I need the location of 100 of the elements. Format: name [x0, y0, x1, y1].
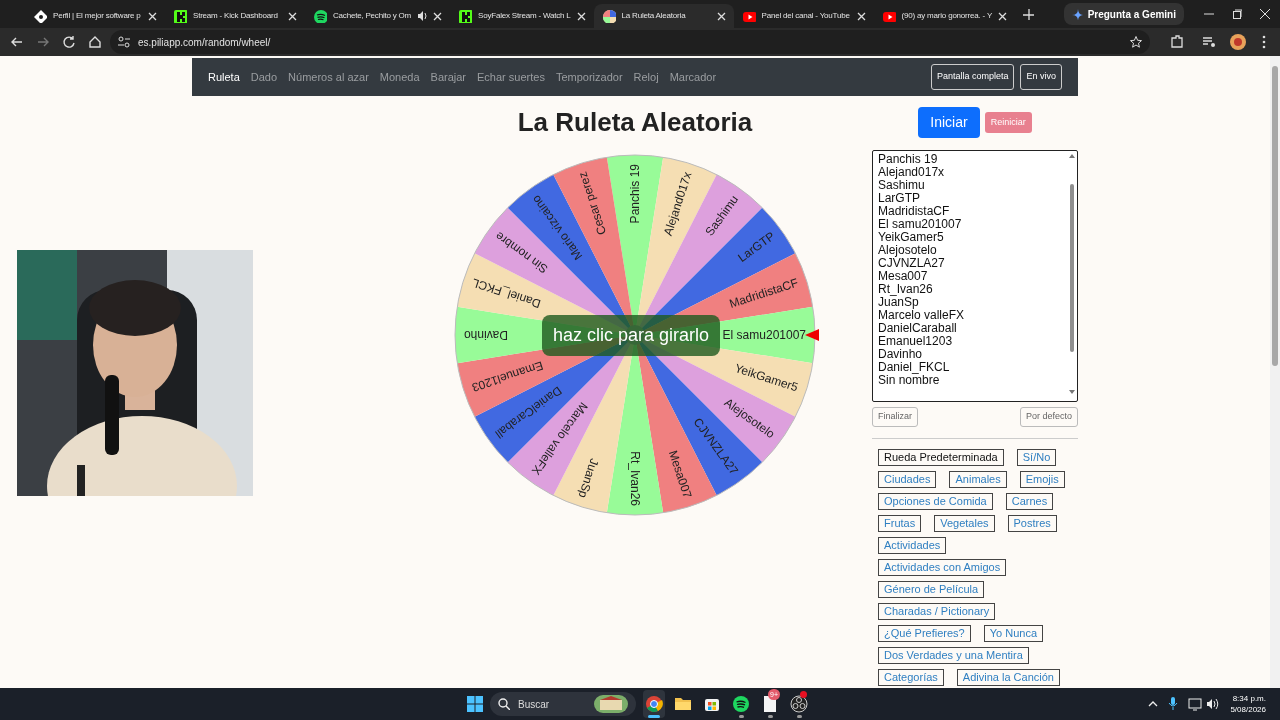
spin-prompt[interactable]: haz clic para girarlo: [542, 315, 720, 356]
preset-button[interactable]: Vegetales: [934, 515, 995, 532]
start-button[interactable]: Iniciar: [918, 107, 980, 138]
avatar-icon[interactable]: [1230, 34, 1246, 50]
browser-tab[interactable]: Stream - Kick Dashboard: [165, 4, 305, 28]
play-icon: [741, 9, 756, 23]
preset-button[interactable]: Adivina la Canción: [956, 669, 1060, 686]
segment-label: El samu201007: [722, 328, 806, 342]
media-icon[interactable]: [1202, 35, 1216, 49]
preset-button[interactable]: Animales: [949, 471, 1007, 488]
start-icon[interactable]: [467, 696, 483, 712]
segment-label: Rt_Ivan26: [628, 451, 642, 506]
wheel-icon: [601, 9, 616, 23]
running-indicator: [648, 715, 660, 718]
search-icon: [498, 698, 510, 710]
browser-tab[interactable]: Cachete, Pechito y Om: [305, 4, 451, 28]
site-settings-icon[interactable]: [118, 36, 130, 48]
close-icon[interactable]: [576, 11, 586, 21]
microphone-icon[interactable]: [1168, 697, 1179, 711]
close-icon[interactable]: [716, 11, 726, 21]
close-icon[interactable]: [148, 11, 157, 21]
close-icon[interactable]: [1260, 9, 1270, 19]
address-bar[interactable]: es.piliapp.com/random/wheel/: [110, 30, 1150, 54]
taskbar-app[interactable]: [788, 690, 810, 718]
tab-title: Perfil | El mejor software p: [53, 10, 142, 22]
taskbar-app[interactable]: [643, 690, 665, 718]
more-icon[interactable]: [1262, 35, 1266, 49]
running-indicator: [767, 715, 773, 718]
star-icon[interactable]: [1130, 36, 1142, 48]
segment-label: Cesar perez: [575, 170, 609, 237]
close-icon[interactable]: [433, 11, 443, 21]
preset-button[interactable]: Ciudades: [878, 471, 937, 488]
tab-title: SoyFalex Stream - Watch L: [478, 10, 571, 22]
tab-title: La Ruleta Aleatoria: [621, 10, 687, 22]
nav-link[interactable]: Echar suertes: [477, 68, 545, 86]
puzzle-icon[interactable]: [1170, 35, 1184, 49]
play-icon: [881, 9, 896, 23]
network-icon: [1188, 697, 1203, 711]
nav-link[interactable]: Marcador: [669, 68, 717, 86]
preset-button[interactable]: Carnes: [1005, 493, 1054, 510]
close-icon[interactable]: [856, 11, 866, 21]
preset-button[interactable]: Género de Película: [878, 581, 985, 598]
back-icon[interactable]: [10, 35, 24, 49]
gemini-button[interactable]: Pregunta a Gemini: [1063, 3, 1184, 25]
preset-button[interactable]: Yo Nunca: [983, 625, 1043, 642]
pointer-icon: [805, 329, 819, 341]
names-field[interactable]: Panchis 19 Alejand017x Sashimu LarGTP MadridistaCF El samu201007 YeikGamer5 Alejosotelo CJVNZLA27 Mesa007 Rt_Ivan26 JuanSp Marcelo valleFX DanielCaraball Emanuel1203 Davinho Daniel_FKCL Sin nombre: [872, 150, 1078, 402]
nav-link[interactable]: Números al azar: [288, 68, 369, 86]
tab-title: Stream - Kick Dashboard: [193, 10, 279, 22]
browser-tab[interactable]: (90) ay mario gonorrea. - Y: [873, 4, 1016, 28]
chevron-up-icon[interactable]: [1148, 699, 1159, 709]
system-tray-button[interactable]: [1188, 697, 1221, 711]
close-icon[interactable]: [998, 11, 1008, 21]
running-indicator: [738, 715, 744, 718]
browser-tab[interactable]: Panel del canal - YouTube: [733, 4, 874, 28]
page-title: La Ruleta Aleatoria: [517, 106, 753, 138]
nav-button[interactable]: Pantalla completa: [930, 64, 1015, 90]
close-icon[interactable]: [288, 11, 297, 21]
forward-icon[interactable]: [36, 35, 50, 49]
preset-button[interactable]: Actividades: [878, 537, 947, 554]
running-indicator: [796, 715, 802, 718]
square-logo-icon: [458, 9, 473, 23]
preset-button[interactable]: ¿Qué Prefieres?: [878, 625, 971, 642]
browser-tab[interactable]: SoyFalex Stream - Watch L: [450, 4, 594, 28]
nav-link[interactable]: Moneda: [379, 68, 420, 86]
browser-tab[interactable]: Perfil | El mejor software p: [25, 4, 165, 28]
nav-link[interactable]: Dado: [250, 68, 278, 86]
reset-button[interactable]: Reiniciar: [984, 112, 1032, 133]
preset-button[interactable]: Actividades con Amigos: [878, 559, 1007, 576]
preset-button[interactable]: Emojis: [1019, 471, 1065, 488]
nav-link[interactable]: Ruleta: [208, 68, 240, 86]
finalize-button[interactable]: Finalizar: [872, 407, 918, 427]
preset-button[interactable]: Dos Verdades y una Mentira: [878, 647, 1029, 664]
square-logo-icon: [173, 9, 187, 23]
default-button[interactable]: Por defecto: [1019, 407, 1078, 427]
preset-button[interactable]: Postres: [1007, 515, 1057, 532]
diamond-icon: [33, 9, 47, 23]
speaker-icon[interactable]: [417, 10, 428, 22]
search-field[interactable]: Buscar: [490, 692, 636, 716]
preset-button[interactable]: Opciones de Comida: [878, 493, 993, 510]
preset-button[interactable]: Charadas / Pictionary: [878, 603, 996, 620]
reload-icon[interactable]: [62, 35, 76, 49]
music-circle-icon: [732, 695, 750, 713]
clock[interactable]: 8:34 p.m. 5/08/2026: [1230, 693, 1266, 715]
tab-title: Cachete, Pechito y Om: [333, 10, 412, 22]
preset-button[interactable]: Sí/No: [1016, 449, 1057, 466]
home-icon[interactable]: [88, 35, 102, 49]
browser-tab[interactable]: La Ruleta Aleatoria: [593, 4, 734, 28]
segment-label: Davinho: [464, 328, 509, 342]
nav-link[interactable]: Reloj: [633, 68, 659, 86]
preset-button[interactable]: Frutas: [878, 515, 922, 532]
nav-button[interactable]: En vivo: [1020, 64, 1062, 90]
tab-title: (90) ay mario gonorrea. - Y: [901, 10, 993, 22]
nav-link[interactable]: Temporizador: [555, 68, 623, 86]
restore-icon[interactable]: [1232, 9, 1242, 19]
nav-link[interactable]: Barajar: [430, 68, 467, 86]
new-tab-icon[interactable]: [1023, 9, 1035, 20]
preset-button[interactable]: Categorías: [878, 669, 944, 686]
page-scrollbar[interactable]: [1270, 56, 1280, 688]
preset-button[interactable]: Rueda Predeterminada: [878, 449, 1004, 466]
